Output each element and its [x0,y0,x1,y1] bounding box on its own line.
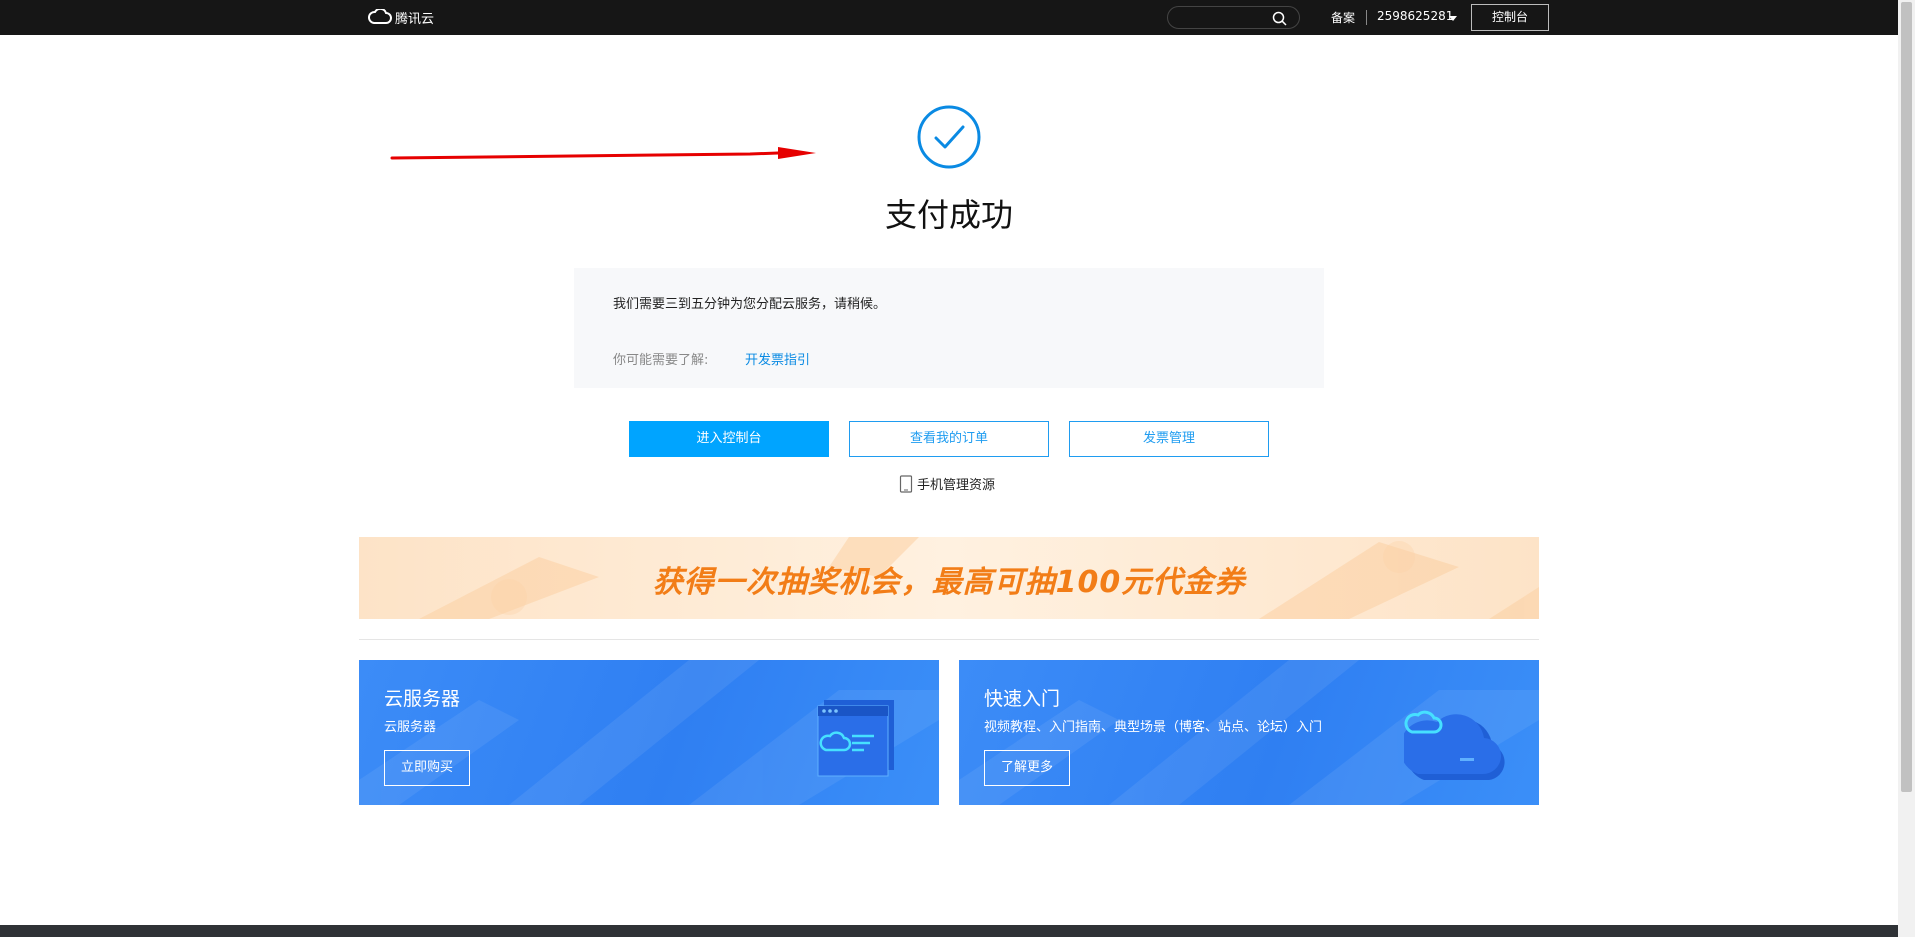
top-navigation-bar: 腾讯云 备案 2598625281 控制台 [0,0,1898,35]
section-divider [359,639,1539,640]
account-id[interactable]: 2598625281 [1377,9,1453,23]
nav-divider [1366,10,1367,25]
success-check-icon [917,105,981,169]
card-subtitle: 视频教程、入门指南、典型场景（博客、站点、论坛）入门 [984,720,1323,735]
buy-now-button[interactable]: 立即购买 [384,750,471,786]
mobile-manage-label: 手机管理资源 [917,478,996,493]
invoice-management-button[interactable]: 发票管理 [1069,421,1269,457]
beian-link[interactable]: 备案 [1331,9,1355,26]
view-orders-button[interactable]: 查看我的订单 [849,421,1049,457]
hint-label: 你可能需要了解: [613,353,709,368]
logo-text: 腾讯云 [395,11,435,27]
cloud-logo-icon [368,9,392,24]
card-title: 快速入门 [984,688,1061,710]
card-subtitle: 云服务器 [384,720,437,735]
mobile-phone-icon [899,474,913,493]
lottery-banner[interactable]: 获得一次抽奖机会，最高可抽100元代金券 [359,537,1539,619]
search-input[interactable] [1167,6,1300,29]
search-icon[interactable] [1272,11,1287,26]
mobile-manage-link[interactable]: 手机管理资源 [899,474,995,493]
invoice-guide-link[interactable]: 开发票指引 [745,349,810,368]
info-panel: 我们需要三到五分钟为您分配云服务，请稍候。 你可能需要了解: 开发票指引 [574,268,1324,388]
page-title: 支付成功 [884,196,1013,234]
scrollbar-thumb[interactable] [1901,2,1912,792]
footer-bar [0,925,1898,937]
tencent-cloud-logo[interactable]: 腾讯云 [368,7,434,27]
chevron-down-icon[interactable] [1449,16,1457,21]
cloud-icon [1404,710,1505,780]
red-arrow-annotation [390,147,816,160]
server-window-icon [817,700,894,777]
card-title: 云服务器 [384,688,461,710]
lottery-text: 获得一次抽奖机会，最高可抽100元代金券 [652,565,1246,600]
console-button[interactable]: 控制台 [1471,4,1549,31]
quick-start-card: 快速入门 视频教程、入门指南、典型场景（博客、站点、论坛）入门 了解更多 [959,660,1539,805]
allocation-message: 我们需要三到五分钟为您分配云服务，请稍候。 [613,297,887,312]
learn-more-button[interactable]: 了解更多 [984,750,1071,786]
enter-console-button[interactable]: 进入控制台 [629,421,829,457]
cloud-server-card: 云服务器 云服务器 立即购买 [359,660,939,805]
